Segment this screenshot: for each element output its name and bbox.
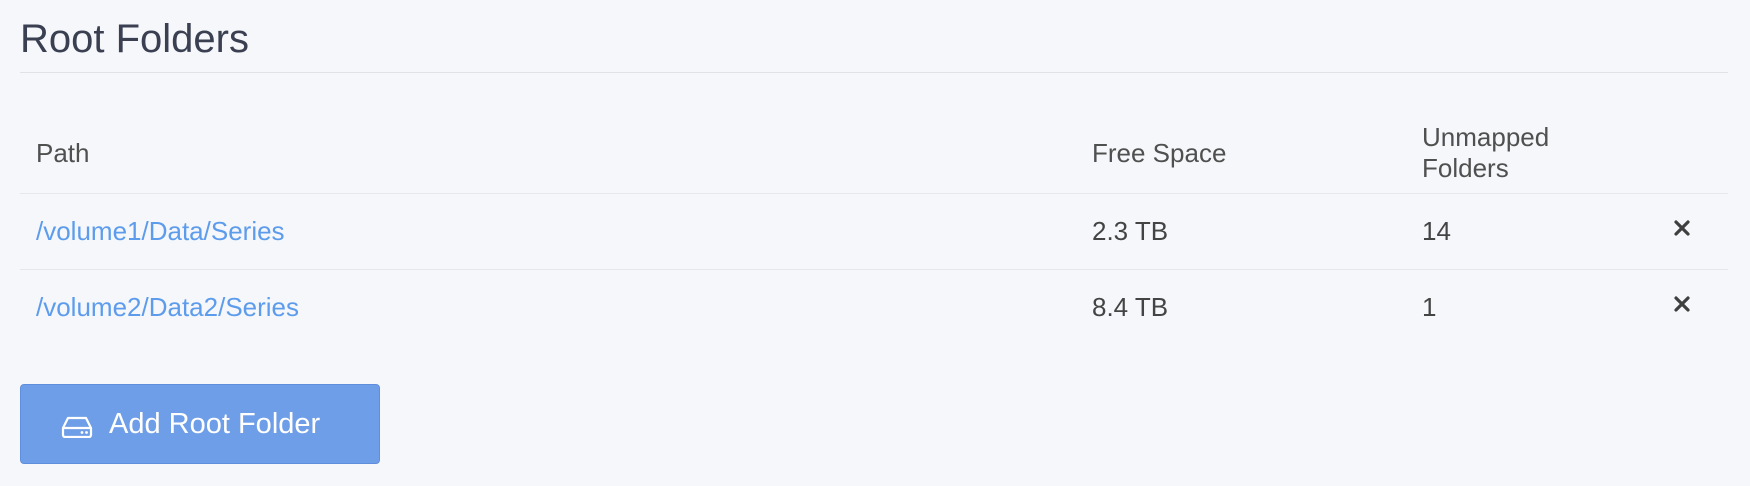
path-link[interactable]: /volume2/Data2/Series	[36, 292, 299, 322]
unmapped-folders-cell: 14	[1406, 193, 1636, 270]
remove-cell	[1636, 270, 1728, 346]
path-link[interactable]: /volume1/Data/Series	[36, 216, 285, 246]
column-header-unmapped-folders: Unmapped Folders	[1406, 113, 1636, 194]
path-cell: /volume2/Data2/Series	[20, 270, 1076, 346]
table-header-row: Path Free Space Unmapped Folders	[20, 113, 1728, 194]
close-icon[interactable]	[1670, 292, 1694, 316]
column-header-actions	[1636, 113, 1728, 194]
hard-drive-icon	[61, 413, 93, 439]
path-cell: /volume1/Data/Series	[20, 193, 1076, 270]
column-header-free-space: Free Space	[1076, 113, 1406, 194]
root-folders-table: Path Free Space Unmapped Folders /volume…	[20, 113, 1728, 345]
add-root-folder-label: Add Root Folder	[109, 407, 321, 440]
table-row: /volume1/Data/Series 2.3 TB 14	[20, 193, 1728, 270]
remove-cell	[1636, 193, 1728, 270]
close-icon[interactable]	[1670, 216, 1694, 240]
unmapped-folders-cell: 1	[1422, 292, 1437, 322]
add-root-folder-button[interactable]: Add Root Folder	[20, 384, 380, 464]
free-space-cell: 2.3 TB	[1076, 193, 1406, 270]
table-row: /volume2/Data2/Series 8.4 TB 1	[20, 270, 1728, 346]
column-header-path: Path	[20, 113, 1076, 194]
page-title: Root Folders	[20, 0, 1728, 73]
free-space-cell: 8.4 TB	[1092, 292, 1169, 322]
root-folders-page: Root Folders Path Free Space Unmapped Fo…	[0, 0, 1750, 486]
